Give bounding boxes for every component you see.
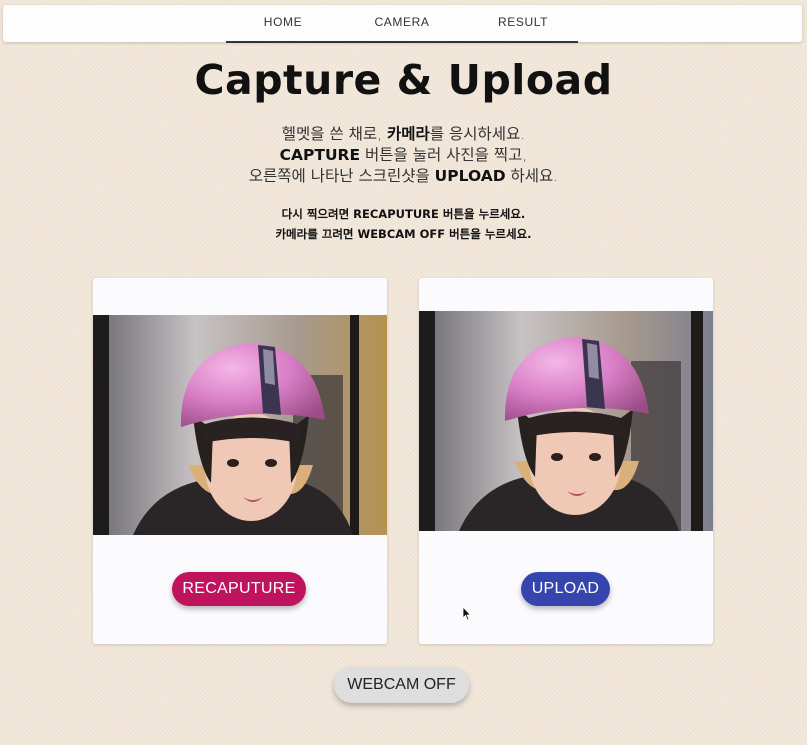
- hint-text: 다시 찍으려면 RECAPUTURE 버튼을 누르세요. 카메라를 끄려면 WE…: [0, 204, 807, 244]
- instruction-text: 하세요.: [505, 167, 559, 185]
- instructions: 헬멧을 쓴 채로, 카메라를 응시하세요. CAPTURE 버튼을 눌러 사진을…: [0, 124, 807, 187]
- nav-result[interactable]: RESULT: [473, 5, 573, 42]
- mouse-cursor-icon: [462, 606, 472, 621]
- instruction-emphasis: UPLOAD: [434, 167, 506, 185]
- webcam-off-button[interactable]: WEBCAM OFF: [334, 667, 469, 703]
- instruction-text: 를 응시하세요.: [429, 125, 526, 143]
- capture-card: UPLOAD: [419, 278, 713, 644]
- instruction-text: 오른쪽에 나타난 스크린샷을: [248, 167, 435, 185]
- instruction-line-1: 헬멧을 쓴 채로, 카메라를 응시하세요.: [0, 124, 807, 145]
- captured-image: [419, 311, 713, 531]
- hint-line-1: 다시 찍으려면 RECAPUTURE 버튼을 누르세요.: [281, 207, 526, 221]
- instruction-line-2: CAPTURE 버튼을 눌러 사진을 찍고,: [0, 145, 807, 166]
- webcam-frame-image: [93, 315, 387, 535]
- hint-line-2: 카메라를 끄려면 WEBCAM OFF 버튼을 누르세요.: [275, 227, 532, 241]
- instruction-text: 헬멧을 쓴 채로,: [281, 125, 388, 143]
- webcam-feed: [93, 315, 387, 535]
- webcam-card: RECAPUTURE: [93, 278, 387, 644]
- captured-screenshot: [419, 311, 713, 531]
- top-navbar: HOME CAMERA RESULT: [3, 5, 802, 42]
- page-title: Capture & Upload: [194, 56, 613, 104]
- instruction-text: 버튼을 눌러 사진을 찍고,: [360, 146, 528, 164]
- instruction-emphasis: CAPTURE: [279, 146, 361, 164]
- recapture-button[interactable]: RECAPUTURE: [172, 572, 306, 606]
- nav-camera[interactable]: CAMERA: [352, 5, 452, 42]
- instruction-emphasis: 카메라: [387, 125, 430, 143]
- instruction-line-3: 오른쪽에 나타난 스크린샷을 UPLOAD 하세요.: [0, 166, 807, 187]
- nav-active-underline: [226, 41, 578, 43]
- nav-home[interactable]: HOME: [233, 5, 333, 42]
- upload-button[interactable]: UPLOAD: [521, 572, 610, 606]
